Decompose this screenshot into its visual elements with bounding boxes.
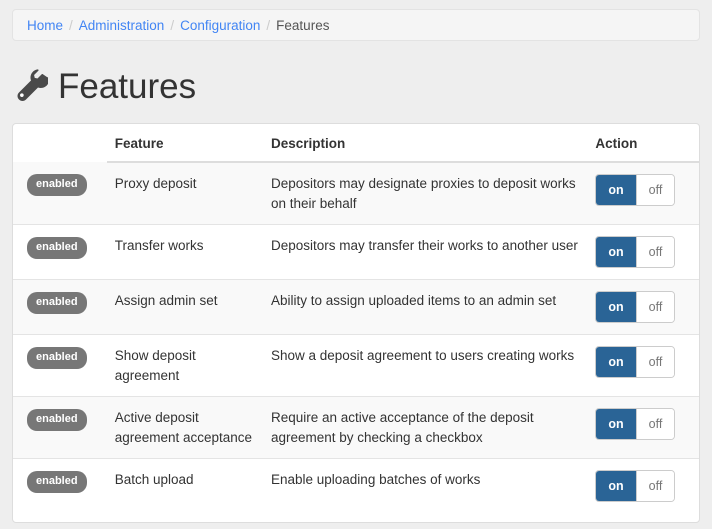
toggle-group[interactable]: on off xyxy=(595,408,676,441)
row-feature-cell: Show deposit agreement xyxy=(106,334,263,397)
breadcrumb-item-administration[interactable]: Administration xyxy=(79,18,165,33)
toggle-group[interactable]: on off xyxy=(595,291,676,324)
breadcrumb-separator: / xyxy=(170,17,175,33)
toggle-on-button[interactable]: on xyxy=(596,237,636,268)
toggle-off-button[interactable]: off xyxy=(635,409,675,440)
toggle-on-button[interactable]: on xyxy=(596,471,636,502)
toggle-on-button[interactable]: on xyxy=(596,347,636,378)
status-badge: enabled xyxy=(27,471,87,494)
toggle-group[interactable]: on off xyxy=(595,346,676,379)
row-action-cell: on off xyxy=(587,334,699,397)
status-badge: enabled xyxy=(27,347,87,370)
row-description-cell: Enable uploading batches of works xyxy=(262,458,588,514)
breadcrumb-separator: / xyxy=(266,17,271,33)
features-table: Feature Description Action enabled Proxy… xyxy=(13,124,699,514)
row-description-cell: Depositors may transfer their works to a… xyxy=(262,224,588,280)
column-header-status xyxy=(13,124,107,162)
status-badge: enabled xyxy=(27,174,87,196)
table-row: enabled Proxy deposit Depositors may des… xyxy=(13,162,699,225)
table-row: enabled Batch upload Enable uploading ba… xyxy=(13,458,699,514)
toggle-on-button[interactable]: on xyxy=(596,409,636,440)
row-status-cell: enabled xyxy=(13,396,107,459)
status-badge: enabled xyxy=(27,237,87,260)
table-row: enabled Transfer works Depositors may tr… xyxy=(13,224,699,280)
toggle-off-button[interactable]: off xyxy=(635,237,675,268)
toggle-group[interactable]: on off xyxy=(595,236,676,269)
wrench-icon xyxy=(17,69,48,101)
row-feature-cell: Transfer works xyxy=(106,224,263,280)
breadcrumb: Home / Administration / Configuration / … xyxy=(12,9,700,41)
row-status-cell: enabled xyxy=(13,334,107,397)
row-action-cell: on off xyxy=(587,458,699,514)
toggle-off-button[interactable]: off xyxy=(635,471,675,502)
page-title: Features xyxy=(58,66,197,106)
table-row: enabled Active deposit agreement accepta… xyxy=(13,396,699,459)
status-badge: enabled xyxy=(27,292,87,315)
column-header-feature: Feature xyxy=(106,124,263,163)
row-status-cell: enabled xyxy=(13,162,107,225)
toggle-on-button[interactable]: on xyxy=(596,292,636,323)
breadcrumb-separator: / xyxy=(69,17,73,33)
row-status-cell: enabled xyxy=(13,458,107,514)
row-action-cell: on off xyxy=(587,224,699,280)
status-badge: enabled xyxy=(27,409,87,432)
column-header-action: Action xyxy=(587,124,699,163)
toggle-off-button[interactable]: off xyxy=(635,292,675,323)
toggle-off-button[interactable]: off xyxy=(635,347,675,378)
row-feature-cell: Assign admin set xyxy=(106,279,263,335)
row-description-cell: Show a deposit agreement to users creati… xyxy=(262,334,588,397)
table-header-row: Feature Description Action xyxy=(13,124,699,163)
row-action-cell: on off xyxy=(587,396,699,459)
row-description-cell: Require an active acceptance of the depo… xyxy=(262,396,588,459)
row-feature-cell: Batch upload xyxy=(106,458,263,514)
column-header-description: Description xyxy=(262,124,588,163)
toggle-group[interactable]: on off xyxy=(595,174,676,206)
features-panel: Feature Description Action enabled Proxy… xyxy=(12,123,700,523)
row-status-cell: enabled xyxy=(13,279,107,335)
row-description-cell: Depositors may designate proxies to depo… xyxy=(262,162,588,225)
breadcrumb-item-features-current: Features xyxy=(276,17,330,33)
row-status-cell: enabled xyxy=(13,224,107,280)
table-body: enabled Proxy deposit Depositors may des… xyxy=(13,162,699,514)
table-header: Feature Description Action xyxy=(13,124,699,163)
table-row: enabled Show deposit agreement Show a de… xyxy=(13,334,699,397)
row-feature-cell: Active deposit agreement acceptance xyxy=(106,396,263,459)
row-feature-cell: Proxy deposit xyxy=(106,162,263,225)
toggle-on-button[interactable]: on xyxy=(596,175,636,205)
table-row: enabled Assign admin set Ability to assi… xyxy=(13,279,699,335)
breadcrumb-item-configuration[interactable]: Configuration xyxy=(180,18,260,33)
row-description-cell: Ability to assign uploaded items to an a… xyxy=(262,279,588,335)
row-action-cell: on off xyxy=(587,279,699,335)
row-action-cell: on off xyxy=(587,162,699,225)
toggle-off-button[interactable]: off xyxy=(635,175,675,205)
page-header: Features xyxy=(14,63,712,109)
toggle-group[interactable]: on off xyxy=(595,470,676,503)
breadcrumb-item-home[interactable]: Home xyxy=(27,18,63,33)
